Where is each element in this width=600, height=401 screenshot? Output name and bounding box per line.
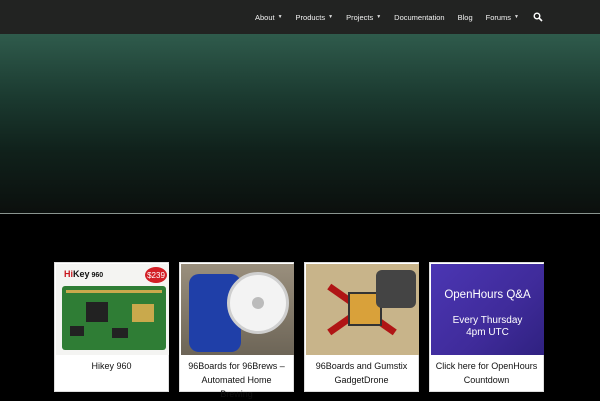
card-hikey-960[interactable]: HiKey 960 $239 Hikey 960 — [54, 262, 169, 392]
brewing-setup-image — [181, 264, 294, 355]
openhours-banner: OpenHours Q&A Every Thursday 4pm UTC — [431, 264, 544, 355]
openhours-heading: OpenHours Q&A — [444, 289, 531, 301]
card-openhours[interactable]: OpenHours Q&A Every Thursday 4pm UTC Cli… — [429, 262, 544, 392]
hero-banner — [0, 34, 600, 214]
drone-image — [306, 264, 419, 355]
main-nav: About ▼ Products ▼ Projects ▼ Documentation… — [255, 0, 600, 34]
chevron-down-icon: ▼ — [514, 14, 519, 20]
card-96brews[interactable]: 96Boards for 96Brews – Automated Home Br… — [179, 262, 294, 399]
chevron-down-icon: ▼ — [277, 14, 283, 20]
chevron-down-icon: ▼ — [328, 14, 334, 20]
nav-products[interactable]: Products ▼ — [296, 13, 334, 22]
card-gadgetdrone[interactable]: 96Boards and Gumstix GadgetDrone — [304, 262, 419, 392]
nav-documentation[interactable]: Documentation — [394, 13, 444, 22]
search-icon[interactable] — [533, 12, 543, 22]
nav-about[interactable]: About ▼ — [255, 13, 283, 22]
card-title[interactable]: 96Boards and Gumstix GadgetDrone — [309, 359, 414, 387]
nav-projects[interactable]: Projects ▼ — [346, 13, 381, 22]
remote-control-icon — [376, 270, 416, 308]
card-title[interactable]: Hikey 960 — [59, 359, 164, 373]
top-navbar: About ▼ Products ▼ Projects ▼ Documentation… — [0, 0, 600, 34]
circuit-board-icon — [62, 286, 166, 350]
nav-forums[interactable]: Forums ▼ — [486, 13, 519, 22]
card-title[interactable]: 96Boards for 96Brews – Automated Home Br… — [184, 359, 289, 401]
hero-divider — [0, 213, 600, 214]
nav-blog[interactable]: Blog — [458, 13, 473, 22]
hikey-board-image: HiKey 960 $239 — [56, 264, 169, 355]
openhours-schedule: Every Thursday 4pm UTC — [452, 315, 523, 338]
chevron-down-icon: ▼ — [376, 14, 382, 20]
card-title[interactable]: Click here for OpenHours Countdown — [434, 359, 539, 387]
price-badge: $239 — [145, 267, 167, 283]
fan-icon — [227, 272, 289, 334]
hikey-logo: HiKey 960 — [64, 269, 104, 279]
